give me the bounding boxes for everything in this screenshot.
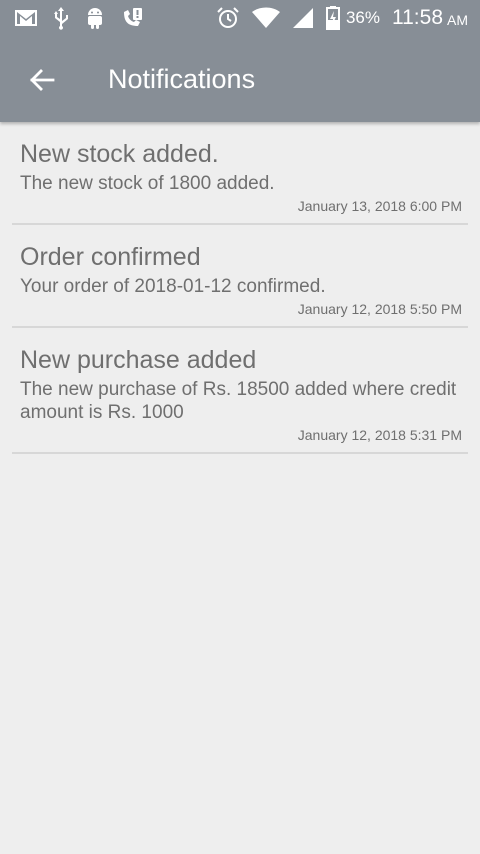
notification-title: New stock added.: [20, 140, 219, 168]
app-header: 36% 11:58 AM Notifications: [0, 0, 480, 122]
notification-timestamp: January 12, 2018 5:31 PM: [297, 427, 462, 443]
battery-icon: [325, 6, 340, 30]
notification-body: The new stock of 1800 added.: [20, 173, 275, 194]
app-bar: Notifications: [0, 38, 480, 122]
battery-percent: 36%: [345, 8, 380, 27]
alarm-icon: [216, 6, 240, 30]
signal-icon: [292, 7, 314, 29]
arrow-back-icon: [29, 68, 55, 92]
wifi-call-icon: [120, 6, 144, 30]
notification-list: New stock added. The new stock of 1800 a…: [0, 122, 480, 454]
notification-title: Order confirmed: [20, 243, 201, 271]
back-button[interactable]: [26, 64, 58, 96]
notification-item[interactable]: New stock added. The new stock of 1800 a…: [12, 122, 468, 225]
status-bar: 36% 11:58 AM: [0, 0, 480, 38]
notification-item[interactable]: Order confirmed Your order of 2018-01-12…: [12, 225, 468, 328]
status-ampm: AM: [447, 12, 468, 28]
status-bar-system-icons: 36% 11:58 AM: [216, 6, 468, 30]
status-bar-notification-icons: [14, 6, 158, 30]
gmail-icon: [14, 8, 38, 28]
page-title: Notifications: [108, 64, 256, 94]
status-time: 11:58: [392, 6, 443, 29]
notification-title: New purchase added: [20, 346, 257, 374]
notification-timestamp: January 13, 2018 6:00 PM: [297, 198, 462, 214]
notification-body: The new purchase of Rs. 18500 added wher…: [20, 379, 457, 423]
usb-icon: [52, 6, 70, 30]
notification-timestamp: January 12, 2018 5:50 PM: [297, 301, 462, 317]
android-icon: [84, 6, 106, 30]
wifi-icon: [251, 7, 280, 29]
notification-body: Your order of 2018-01-12 confirmed.: [20, 276, 326, 297]
notification-item[interactable]: New purchase added The new purchase of R…: [12, 328, 468, 454]
